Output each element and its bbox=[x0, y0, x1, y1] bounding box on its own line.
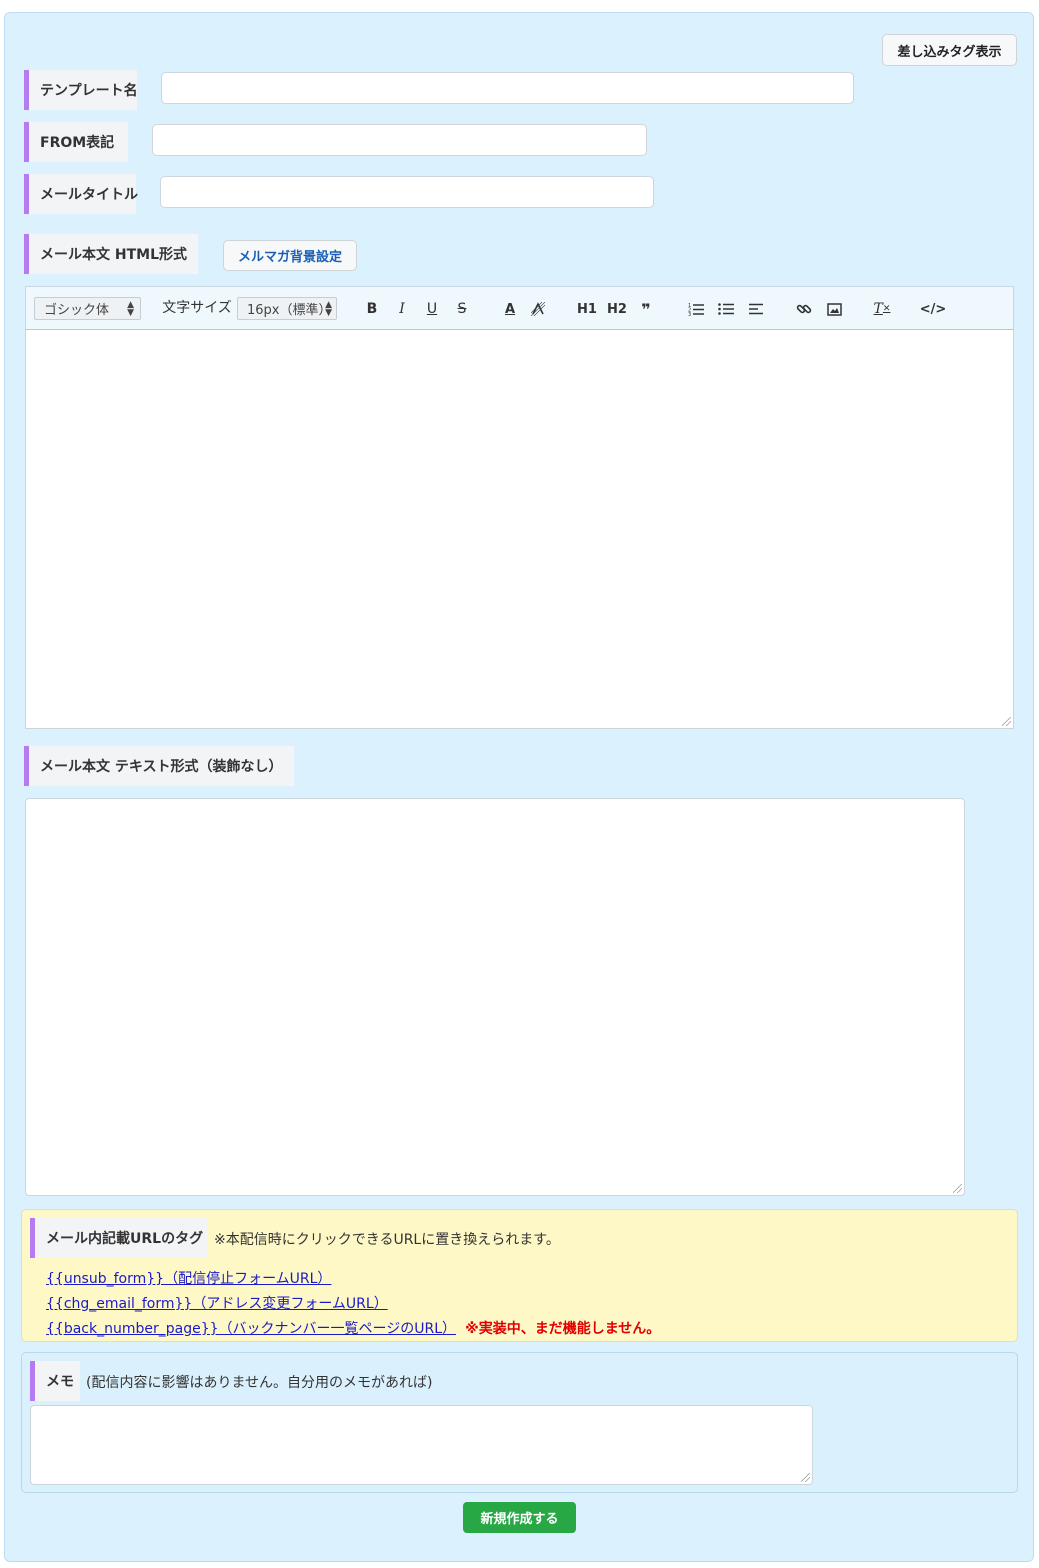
ordered-list-icon[interactable]: 123 bbox=[685, 297, 707, 321]
italic-icon[interactable]: I bbox=[391, 297, 413, 321]
heading2-icon[interactable]: H2 bbox=[605, 297, 629, 321]
font-size-value: 16px（標準） bbox=[247, 303, 332, 318]
resize-handle-icon[interactable] bbox=[801, 1473, 810, 1482]
underline-icon[interactable]: U bbox=[421, 297, 443, 321]
from-label: FROM表記 bbox=[24, 122, 128, 162]
memo-label: メモ bbox=[30, 1361, 80, 1401]
font-size-label: 文字サイズ bbox=[162, 300, 232, 316]
html-body-editor[interactable] bbox=[25, 330, 1014, 729]
font-size-select[interactable]: 16px（標準） ▲ ▼ bbox=[237, 297, 337, 320]
text-body-label: メール本文 テキスト形式（装飾なし） bbox=[24, 746, 294, 786]
image-icon[interactable] bbox=[823, 297, 845, 321]
from-input[interactable] bbox=[152, 124, 647, 156]
back-number-page-tag-link[interactable]: {{back_number_page}}（バックナンバー一覧ページのURL） bbox=[46, 1321, 456, 1337]
text-color-icon[interactable]: A bbox=[499, 297, 521, 321]
font-family-value: ゴシック体 bbox=[44, 303, 110, 318]
clear-format-icon[interactable]: T ✕ bbox=[871, 297, 893, 321]
clear-glyph: T bbox=[873, 301, 883, 317]
url-tags-label: メール内記載URLのタグ bbox=[30, 1218, 208, 1258]
font-family-select[interactable]: ゴシック体 ▲ ▼ bbox=[34, 297, 141, 320]
not-implemented-warning: ※実装中、まだ機能しません。 bbox=[465, 1321, 661, 1337]
code-view-icon[interactable]: </> bbox=[919, 297, 947, 321]
strikethrough-icon[interactable]: S bbox=[451, 297, 473, 321]
code-glyph: </> bbox=[919, 301, 947, 317]
bold-icon[interactable]: B bbox=[361, 297, 383, 321]
resize-handle-icon[interactable] bbox=[1002, 717, 1011, 726]
bullet-list-icon[interactable] bbox=[715, 297, 737, 321]
background-color-icon[interactable] bbox=[527, 297, 549, 321]
quote-glyph: ❞ bbox=[641, 299, 651, 319]
bg-setting-button[interactable]: メルマガ背景設定 bbox=[223, 240, 357, 271]
link-icon[interactable] bbox=[793, 297, 815, 321]
template-name-input[interactable] bbox=[161, 72, 854, 104]
h1-text: H1 bbox=[577, 301, 597, 317]
text-body-textarea[interactable] bbox=[25, 798, 965, 1196]
memo-textarea[interactable] bbox=[30, 1405, 813, 1485]
template-name-label: テンプレート名 bbox=[24, 70, 138, 110]
url-tag-list: {{unsub_form}}（配信停止フォームURL） {{chg_email_… bbox=[46, 1266, 660, 1341]
create-button[interactable]: 新規作成する bbox=[463, 1502, 576, 1533]
svg-text:3: 3 bbox=[688, 312, 691, 316]
memo-box: メモ (配信内容に影響はありません。自分用のメモがあれば) bbox=[21, 1352, 1018, 1493]
mail-title-input[interactable] bbox=[160, 176, 654, 208]
select-arrows-icon: ▲ ▼ bbox=[127, 299, 134, 318]
merge-tag-button[interactable]: 差し込みタグ表示 bbox=[882, 34, 1017, 66]
unsub-form-tag-link[interactable]: {{unsub_form}}（配信停止フォームURL） bbox=[46, 1271, 331, 1287]
url-tags-box: メール内記載URLのタグ ※本配信時にクリックできるURLに置き換えられます。 … bbox=[21, 1209, 1018, 1342]
blockquote-icon[interactable]: ❞ bbox=[635, 297, 657, 321]
chg-email-form-tag-link[interactable]: {{chg_email_form}}（アドレス変更フォームURL） bbox=[46, 1296, 388, 1312]
url-tags-note: ※本配信時にクリックできるURLに置き換えられます。 bbox=[214, 1232, 560, 1248]
align-left-icon[interactable] bbox=[745, 297, 767, 321]
html-body-label: メール本文 HTML形式 bbox=[24, 234, 198, 274]
form-panel: 差し込みタグ表示 テンプレート名 FROM表記 メールタイトル メール本文 HT… bbox=[4, 12, 1034, 1562]
memo-note: (配信内容に影響はありません。自分用のメモがあれば) bbox=[86, 1375, 433, 1391]
heading1-icon[interactable]: H1 bbox=[575, 297, 599, 321]
h2-text: H2 bbox=[607, 301, 627, 317]
mail-title-label: メールタイトル bbox=[24, 174, 138, 214]
select-arrows-icon: ▲ ▼ bbox=[325, 299, 332, 318]
editor-toolbar: ゴシック体 ▲ ▼ 文字サイズ 16px（標準） ▲ ▼ B I U S A H1 … bbox=[25, 286, 1014, 330]
resize-handle-icon[interactable] bbox=[953, 1184, 962, 1193]
